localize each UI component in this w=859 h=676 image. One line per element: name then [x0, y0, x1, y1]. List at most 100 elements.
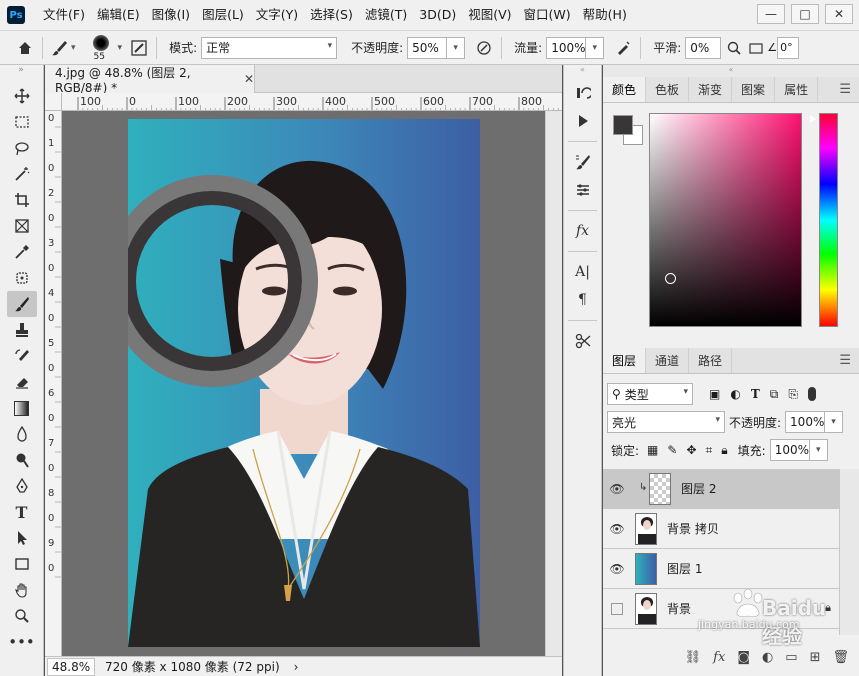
flow-dropdown[interactable]: ▾ [586, 36, 605, 59]
maximize-button[interactable]: □ [791, 4, 819, 24]
eye-icon[interactable]: 👁︎ [603, 562, 631, 576]
adjustment-icon[interactable]: ◐ [762, 650, 773, 665]
filter-pixel-icon[interactable]: ▣ [709, 387, 720, 401]
lasso-tool-icon[interactable] [7, 135, 37, 161]
type-tool-icon[interactable]: T [7, 499, 37, 525]
lock-transparent-icon[interactable]: ▦ [647, 443, 658, 457]
tab-layers[interactable]: 图层 [603, 348, 647, 373]
status-menu-arrow-icon[interactable]: › [294, 660, 299, 674]
history-brush-icon[interactable] [7, 343, 37, 369]
opacity-dropdown[interactable]: ▾ [447, 36, 466, 59]
path-selection-icon[interactable] [7, 525, 37, 551]
menu-layer[interactable]: 图层(L) [196, 0, 250, 30]
tab-swatches[interactable]: 色板 [646, 77, 690, 102]
rectangle-tool-icon[interactable] [7, 551, 37, 577]
tab-color[interactable]: 颜色 [603, 77, 647, 102]
clone-stamp-icon[interactable] [7, 317, 37, 343]
saturation-brightness-field[interactable] [649, 113, 802, 327]
filter-adjustment-icon[interactable]: ◐ [730, 387, 740, 401]
panel-grip[interactable]: « [603, 65, 859, 77]
search-icon[interactable] [723, 37, 745, 59]
foreground-color-swatch[interactable] [613, 115, 633, 135]
tab-properties[interactable]: 属性 [775, 77, 819, 102]
document-tab[interactable]: 4.jpg @ 48.8% (图层 2, RGB/8#) * ✕ [45, 65, 255, 95]
menu-window[interactable]: 窗口(W) [518, 0, 577, 30]
lock-all-icon[interactable]: 🔒︎ [721, 443, 727, 458]
brush-presets-panel-icon[interactable] [570, 176, 596, 204]
tab-paths[interactable]: 路径 [689, 348, 733, 373]
eraser-tool-icon[interactable] [7, 369, 37, 395]
smooth-input[interactable]: 0% [685, 36, 722, 59]
menu-type[interactable]: 文字(Y) [250, 0, 304, 30]
magic-wand-icon[interactable] [7, 161, 37, 187]
menu-edit[interactable]: 编辑(E) [91, 0, 146, 30]
eyedropper-icon[interactable] [7, 239, 37, 265]
layer-row[interactable]: 👁︎ 图层 1 [603, 549, 839, 589]
close-window-button[interactable]: ✕ [825, 4, 853, 24]
angle-icon[interactable] [745, 37, 767, 59]
eye-icon[interactable]: 👁︎ [603, 482, 631, 496]
styles-panel-icon[interactable]: fx [570, 217, 596, 245]
zoom-level-input[interactable]: 48.8% [47, 657, 95, 676]
brush-preset-icon[interactable] [49, 37, 71, 59]
blend-mode-select[interactable]: 亮光 ▾ [607, 411, 725, 433]
frame-tool-icon[interactable] [7, 213, 37, 239]
fill-dropdown[interactable]: ▾ [809, 439, 828, 461]
brush-size-picker[interactable]: 55 [84, 32, 118, 64]
menu-help[interactable]: 帮助(H) [577, 0, 633, 30]
layer-row[interactable]: 👁︎ ↳ 图层 2 [603, 469, 839, 509]
minimize-button[interactable]: — [757, 4, 785, 24]
tool-presets-panel-icon[interactable] [570, 327, 596, 355]
new-layer-icon[interactable]: ⊞ [810, 650, 821, 665]
close-tab-icon[interactable]: ✕ [244, 72, 254, 86]
layer-filter-select[interactable]: ⚲ 类型 ▾ [607, 383, 693, 405]
panel-grip[interactable]: » [0, 65, 43, 83]
brush-settings-icon[interactable] [128, 37, 150, 59]
layer-opacity-input[interactable]: 100% [785, 411, 826, 433]
more-tools-icon[interactable]: ••• [7, 629, 37, 655]
canvas-area[interactable] [62, 111, 562, 656]
move-tool-icon[interactable] [7, 83, 37, 109]
panel-menu-icon[interactable]: ☰ [839, 353, 851, 368]
history-panel-icon[interactable] [570, 79, 596, 107]
lock-position-icon[interactable]: ✥ [686, 443, 696, 457]
fill-input[interactable]: 100% [769, 439, 810, 461]
tab-channels[interactable]: 通道 [646, 348, 690, 373]
mode-select[interactable]: 正常 ▾ [201, 36, 338, 59]
color-picker-cursor[interactable] [665, 273, 676, 284]
menu-file[interactable]: 文件(F) [37, 0, 91, 30]
panel-menu-icon[interactable]: ☰ [839, 82, 851, 97]
blur-tool-icon[interactable] [7, 421, 37, 447]
eye-icon[interactable]: 👁︎ [603, 522, 631, 536]
menu-3d[interactable]: 3D(D) [413, 0, 462, 30]
visibility-toggle[interactable] [603, 602, 631, 615]
tab-patterns[interactable]: 图案 [732, 77, 776, 102]
lock-artboard-icon[interactable]: ⌗ [706, 443, 713, 458]
filter-smart-object-icon[interactable]: ⎘ [788, 387, 798, 402]
hand-tool-icon[interactable] [7, 577, 37, 603]
layer-opacity-dropdown[interactable]: ▾ [825, 411, 844, 433]
link-icon[interactable]: ⛓︎ [685, 650, 702, 665]
menu-select[interactable]: 选择(S) [304, 0, 359, 30]
trash-icon[interactable]: 🗑︎ [832, 650, 849, 665]
tab-gradients[interactable]: 渐变 [689, 77, 733, 102]
angle-input[interactable]: 0° [777, 36, 800, 59]
hue-slider[interactable] [819, 113, 838, 327]
menu-image[interactable]: 图像(I) [146, 0, 196, 30]
dodge-tool-icon[interactable] [7, 447, 37, 473]
airbrush-icon[interactable] [612, 37, 634, 59]
pen-tool-icon[interactable] [7, 473, 37, 499]
filter-shape-icon[interactable]: ⧉ [770, 387, 779, 402]
vertical-scrollbar[interactable] [545, 111, 562, 656]
brush-size-dropdown[interactable]: ▾ [118, 43, 123, 53]
character-panel-icon[interactable]: A| [570, 258, 596, 286]
menu-filter[interactable]: 滤镜(T) [359, 0, 413, 30]
gradient-tool-icon[interactable] [7, 395, 37, 421]
panel-grip[interactable]: « [564, 65, 601, 79]
hue-slider-marker[interactable] [810, 115, 816, 123]
filter-type-icon[interactable]: T [751, 387, 760, 401]
opacity-input[interactable]: 50% [407, 36, 448, 59]
mask-icon[interactable]: ◙ [737, 650, 750, 665]
layers-scrollbar[interactable] [839, 469, 859, 635]
pressure-opacity-icon[interactable] [473, 37, 495, 59]
